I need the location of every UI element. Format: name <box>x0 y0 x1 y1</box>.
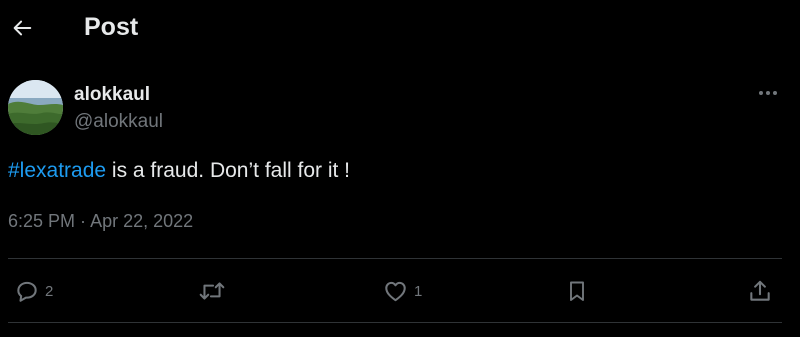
bookmark-icon <box>570 281 584 301</box>
divider-top <box>8 258 782 259</box>
reply-count: 2 <box>45 282 54 300</box>
reply-button[interactable]: 2 <box>14 276 53 306</box>
repost-button[interactable] <box>198 276 226 306</box>
more-dots-icon <box>759 91 777 95</box>
tweet-time[interactable]: 6:25 PM <box>8 211 75 231</box>
back-button[interactable] <box>6 12 38 44</box>
like-button[interactable]: 1 <box>382 276 422 306</box>
divider-bottom <box>8 322 782 323</box>
author-display-name[interactable]: alokkaul <box>74 84 150 106</box>
heart-icon <box>385 281 406 302</box>
share-button[interactable] <box>747 276 773 306</box>
arrow-left-icon <box>13 20 32 36</box>
like-count: 1 <box>414 282 423 300</box>
tweet-timestamp: 6:25 PM · Apr 22, 2022 <box>8 211 193 232</box>
avatar-landscape-image <box>8 80 63 135</box>
tweet-text: #lexatrade is a fraud. Don’t fall for it… <box>8 159 350 183</box>
reply-icon <box>17 281 37 302</box>
page-title: Post <box>84 13 139 41</box>
repost-icon <box>199 282 225 300</box>
more-options-button[interactable] <box>754 82 782 104</box>
share-icon <box>750 280 770 301</box>
top-bar: Post <box>0 0 800 56</box>
bookmark-button[interactable] <box>565 276 589 306</box>
hashtag-link[interactable]: #lexatrade <box>8 159 106 182</box>
tweet-date[interactable]: Apr 22, 2022 <box>90 211 193 231</box>
avatar[interactable] <box>8 80 63 135</box>
author-handle[interactable]: @alokkaul <box>74 111 163 133</box>
tweet-body-text: is a fraud. Don’t fall for it ! <box>106 159 351 182</box>
timestamp-separator: · <box>75 211 91 231</box>
